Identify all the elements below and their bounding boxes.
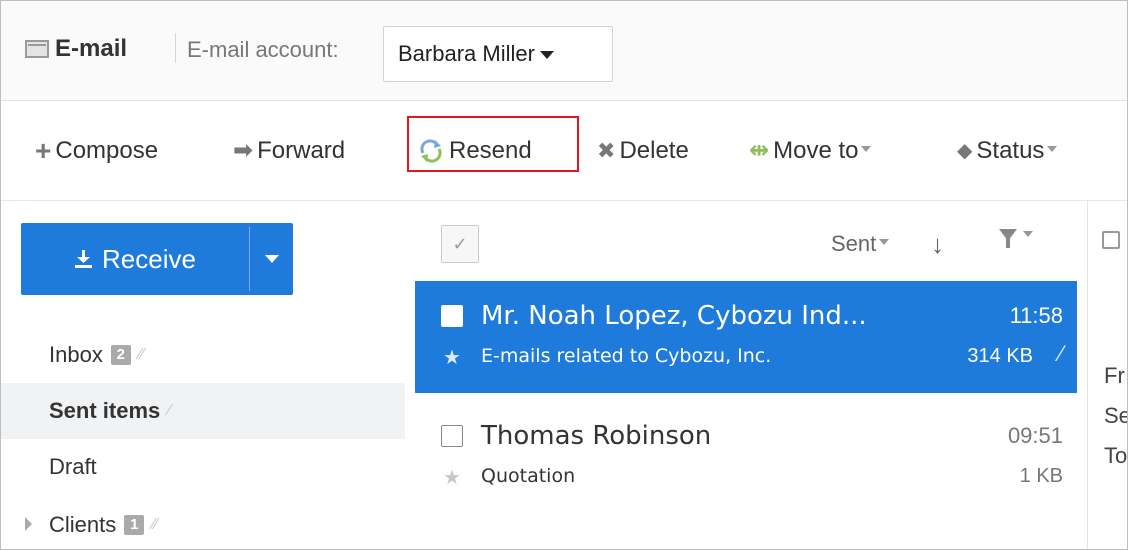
mail-list-header: ✓ Sent ↓: [415, 211, 1077, 277]
paperclip-icon: ⁄⁄: [138, 346, 145, 363]
folder-label: Clients: [49, 512, 117, 537]
forward-label: Forward: [257, 137, 346, 164]
chevron-down-icon: [1047, 146, 1058, 152]
plus-icon: +: [35, 135, 52, 166]
star-icon[interactable]: ★: [443, 465, 461, 490]
mail-checkbox[interactable]: [441, 305, 463, 327]
mail-checkbox[interactable]: [441, 425, 463, 447]
compose-label: Compose: [55, 137, 159, 164]
unread-count-badge: 1: [124, 515, 145, 535]
chevron-down-icon: [539, 51, 554, 59]
mail-icon: [25, 40, 49, 58]
app-title: E-mail: [25, 35, 127, 63]
mail-time: 11:58: [1009, 303, 1063, 328]
preview-to-label: To: [1104, 443, 1128, 468]
tag-icon: ◆: [957, 140, 973, 162]
receive-dropdown-button[interactable]: [250, 223, 293, 295]
receive-button[interactable]: Receive: [21, 223, 247, 295]
star-icon[interactable]: ★: [443, 345, 461, 370]
account-select-value: Barbara Miller: [398, 41, 535, 66]
compose-button[interactable]: + Compose: [35, 135, 158, 167]
forward-button[interactable]: ➡ Forward: [233, 135, 345, 167]
mail-sender: Mr. Noah Lopez, Cybozu Ind...: [481, 301, 867, 331]
expand-arrow-icon[interactable]: [25, 517, 32, 531]
mail-size: 1 KB: [1019, 465, 1063, 487]
status-button[interactable]: ◆ Status: [957, 135, 1058, 167]
chevron-down-icon: [861, 146, 872, 152]
account-select[interactable]: Barbara Miller: [383, 26, 613, 82]
mail-list-item[interactable]: Thomas Robinson 09:51 ★ Quotation 1 KB: [415, 401, 1077, 513]
preview-from-label: Fr: [1104, 363, 1125, 388]
move-to-button[interactable]: ⇹ Move to: [749, 135, 872, 167]
app-title-text: E-mail: [55, 35, 128, 62]
download-icon: [75, 250, 93, 268]
receive-label: Receive: [102, 243, 196, 274]
sort-field-select[interactable]: Sent: [831, 231, 890, 257]
receive-button-group: Receive: [21, 223, 293, 295]
mail-sender: Thomas Robinson: [481, 421, 712, 451]
mail-subject: Quotation: [481, 465, 576, 487]
mail-size: 314 KB: [967, 345, 1033, 367]
title-separator: [175, 33, 176, 63]
account-label: E-mail account:: [187, 37, 339, 62]
sidebar-item-sent-items[interactable]: Sent items ⁄: [1, 383, 405, 439]
sort-descending-icon[interactable]: ↓: [931, 229, 944, 260]
paperclip-icon: ⁄⁄: [152, 516, 158, 533]
attachment-icon: ⁄: [1059, 341, 1063, 366]
mail-preview-pane: Fr Se To: [1087, 201, 1128, 549]
check-icon: ✓: [452, 233, 468, 254]
arrow-right-icon: ➡: [233, 137, 254, 164]
double-arrow-icon: ⇹: [749, 137, 770, 164]
x-icon: ✖: [597, 138, 616, 163]
folder-label: Sent items: [49, 398, 161, 423]
mail-time: 09:51: [1007, 423, 1063, 448]
sidebar-item-clients[interactable]: Clients 1 ⁄⁄: [1, 497, 405, 549]
sort-field-label: Sent: [831, 231, 877, 256]
mail-subject: E-mails related to Cybozu, Inc.: [481, 345, 772, 367]
delete-button[interactable]: ✖ Delete: [597, 135, 689, 167]
chevron-down-icon: [264, 255, 279, 263]
delete-label: Delete: [619, 137, 689, 164]
folder-label: Inbox: [49, 342, 103, 367]
chevron-down-icon: [1023, 231, 1033, 237]
filter-button[interactable]: [999, 229, 1033, 248]
folder-label: Draft: [49, 454, 97, 479]
status-label: Status: [976, 137, 1045, 164]
app-header: E-mail E-mail account: Barbara Miller: [1, 1, 1127, 101]
sidebar-item-draft[interactable]: Draft: [1, 439, 405, 495]
preview-sent-label: Se: [1104, 403, 1127, 428]
email-app-window: E-mail E-mail account: Barbara Miller + …: [0, 0, 1128, 550]
move-to-label: Move to: [773, 137, 859, 164]
expand-preview-icon[interactable]: [1102, 231, 1120, 249]
select-all-checkbox[interactable]: ✓: [441, 225, 479, 263]
chevron-down-icon: [879, 239, 890, 245]
resend-highlight-box: [407, 116, 579, 172]
sidebar-item-inbox[interactable]: Inbox 2 ⁄⁄: [1, 327, 405, 383]
paperclip-icon: ⁄: [168, 402, 171, 419]
mail-list-item[interactable]: Mr. Noah Lopez, Cybozu Ind... 11:58 ★ E-…: [415, 281, 1077, 393]
unread-count-badge: 2: [110, 345, 131, 365]
funnel-icon: [999, 229, 1017, 248]
